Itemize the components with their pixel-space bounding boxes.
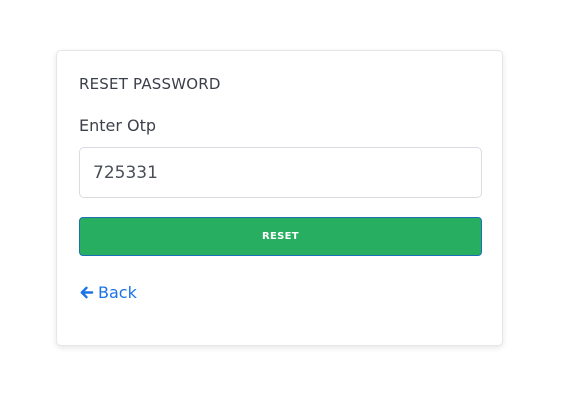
page-title: RESET PASSWORD [79, 75, 221, 93]
otp-input[interactable] [79, 147, 482, 198]
reset-password-card: RESET PASSWORD Enter Otp RESET Back [56, 50, 503, 346]
back-link[interactable]: Back [79, 283, 137, 302]
back-label: Back [98, 283, 137, 302]
reset-button[interactable]: RESET [79, 217, 482, 256]
arrow-left-icon [79, 285, 94, 300]
otp-label: Enter Otp [79, 116, 157, 135]
